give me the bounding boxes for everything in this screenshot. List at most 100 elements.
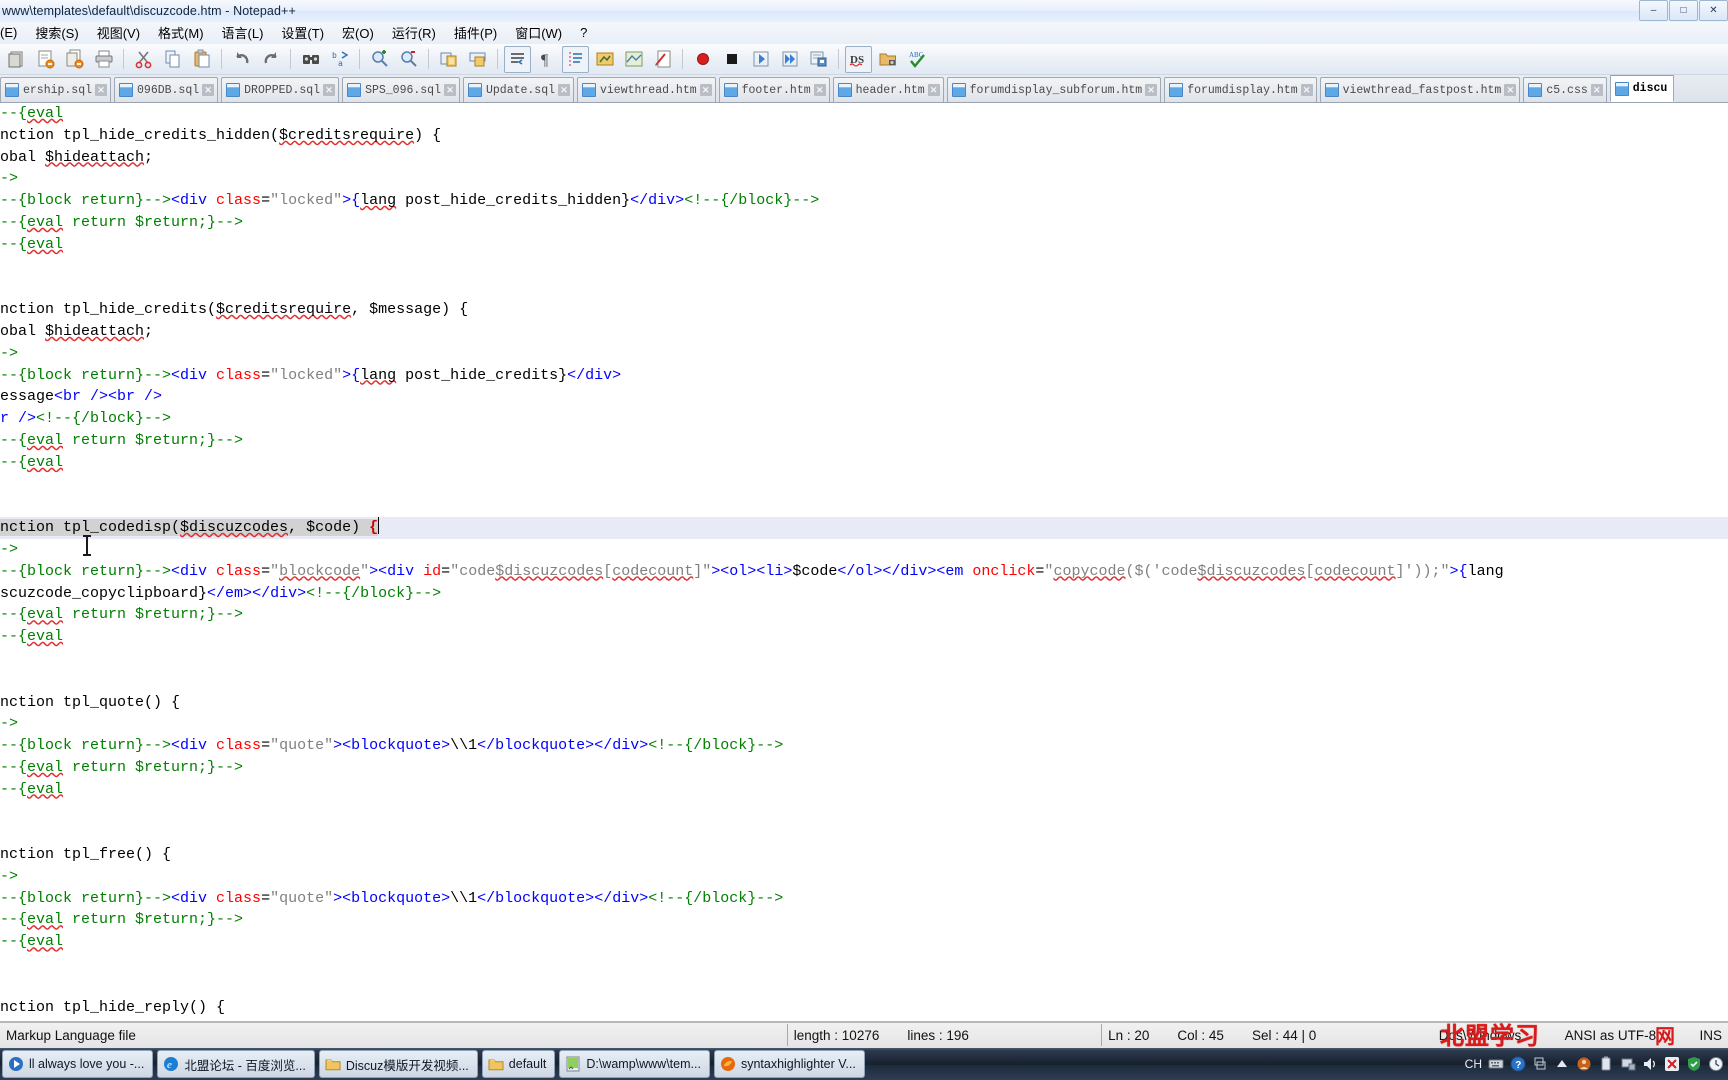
document-tab[interactable]: footer.htm ✕: [718, 77, 830, 102]
explorer-plugin-icon[interactable]: [874, 46, 901, 73]
menu-macro[interactable]: 宏(O): [333, 21, 383, 45]
redo-icon[interactable]: [257, 46, 284, 73]
document-tab[interactable]: Update.sql ✕: [462, 77, 574, 102]
document-tab[interactable]: DROPPED.sql ✕: [221, 77, 340, 102]
battery-icon[interactable]: [1598, 1056, 1614, 1072]
taskbar-item-browser[interactable]: e 北盟论坛 - 百度浏览...: [157, 1050, 315, 1078]
help-icon[interactable]: ?: [1510, 1056, 1526, 1072]
document-tab[interactable]: 096DB.sql ✕: [114, 77, 219, 102]
tab-close-icon[interactable]: ✕: [202, 84, 215, 96]
menu-plugins[interactable]: 插件(P): [445, 21, 506, 45]
document-tab[interactable]: c5.css ✕: [1523, 77, 1607, 102]
save-macro-icon[interactable]: [805, 46, 832, 73]
up-arrow-icon[interactable]: [1554, 1056, 1570, 1072]
code-editor[interactable]: --{eval nction tpl_hide_credits_hidden($c…: [0, 103, 1728, 1020]
show-all-chars-icon[interactable]: ¶: [533, 46, 560, 73]
indent-guide-icon[interactable]: [562, 45, 589, 73]
code-token: post_hide_credits_hidden}: [396, 192, 631, 210]
sync-scroll-v-icon[interactable]: [435, 46, 462, 73]
document-tab[interactable]: viewthread.htm ✕: [577, 77, 716, 102]
cut-icon[interactable]: [130, 46, 157, 73]
code-line: --{eval: [0, 234, 1728, 256]
function-list-icon[interactable]: [649, 46, 676, 73]
paste-icon[interactable]: [188, 46, 215, 73]
document-tab[interactable]: ership.sql ✕: [0, 77, 112, 102]
menu-window[interactable]: 窗口(W): [506, 21, 571, 45]
replace-icon[interactable]: ba: [326, 46, 353, 73]
minimize-button[interactable]: –: [1639, 0, 1668, 21]
save-all-icon[interactable]: [61, 46, 88, 73]
ime-indicator[interactable]: CH: [1465, 1057, 1482, 1071]
copy-icon[interactable]: [159, 46, 186, 73]
doc-map-icon[interactable]: [620, 46, 647, 73]
taskbar-item-firefox[interactable]: syntaxhighlighter V...: [713, 1050, 865, 1078]
menu-view[interactable]: 视图(V): [88, 21, 149, 45]
new-file-icon[interactable]: [3, 46, 30, 73]
code-token: >: [711, 562, 721, 580]
keyboard-icon[interactable]: [1488, 1056, 1504, 1072]
menu-format[interactable]: 格式(M): [149, 21, 213, 45]
tab-close-icon[interactable]: ✕: [1590, 84, 1603, 96]
file-icon: [837, 83, 852, 97]
user-defined-lang-icon[interactable]: [591, 46, 618, 73]
security-icon[interactable]: [1576, 1056, 1592, 1072]
document-tab[interactable]: discu: [1609, 75, 1675, 102]
tab-close-icon[interactable]: ✕: [1300, 84, 1313, 96]
taskbar-item-music[interactable]: ll always love you -...: [2, 1050, 154, 1078]
tab-label: viewthread.htm: [600, 83, 697, 97]
code-line: r /><!--{/block}-->: [0, 408, 1728, 430]
document-tab[interactable]: SPS_096.sql ✕: [342, 77, 460, 102]
tab-close-icon[interactable]: ✕: [813, 84, 826, 96]
spell-check-icon[interactable]: ABC: [903, 46, 930, 73]
tab-close-icon[interactable]: ✕: [443, 84, 456, 96]
taskbar-item-folder-default[interactable]: default: [481, 1050, 556, 1078]
tab-close-icon[interactable]: ✕: [558, 84, 570, 96]
menu-run[interactable]: 运行(R): [383, 21, 445, 45]
show-hidden-icon[interactable]: [1532, 1056, 1548, 1072]
antivirus-icon[interactable]: [1664, 1056, 1680, 1072]
taskbar-item-notepadpp[interactable]: D:\wamp\www\tem...: [559, 1050, 710, 1078]
tab-close-icon[interactable]: ✕: [699, 84, 712, 96]
code-token: <!--{/block}-->: [648, 889, 784, 907]
menu-help[interactable]: ?: [571, 23, 596, 43]
code-token: $hideattach: [45, 322, 145, 340]
record-macro-icon[interactable]: [689, 46, 716, 73]
save-file-icon[interactable]: [32, 46, 59, 73]
menu-search[interactable]: 搜索(S): [26, 21, 87, 45]
document-tab[interactable]: forumdisplay_subforum.htm ✕: [946, 77, 1162, 102]
shield-icon[interactable]: [1686, 1056, 1702, 1072]
volume-icon[interactable]: [1642, 1056, 1658, 1072]
taskbar-item-folder-discuz[interactable]: Discuz模版开发视频...: [318, 1050, 478, 1078]
close-button[interactable]: ✕: [1699, 0, 1728, 21]
code-line: --{block return}--><div class="locked">{…: [0, 190, 1728, 212]
ds-plugin-icon[interactable]: DS: [845, 45, 872, 73]
maximize-button[interactable]: □: [1669, 0, 1698, 21]
code-token: </ol>: [837, 562, 883, 580]
sync-scroll-h-icon[interactable]: [464, 46, 491, 73]
code-token: >{: [1449, 562, 1468, 580]
tab-close-icon[interactable]: ✕: [1145, 84, 1158, 96]
zoom-out-icon[interactable]: [395, 46, 422, 73]
document-tab[interactable]: header.htm ✕: [832, 77, 944, 102]
undo-icon[interactable]: [228, 46, 255, 73]
code-token: nction tpl_hide_reply() {: [0, 998, 226, 1016]
network-icon[interactable]: [1620, 1056, 1636, 1072]
word-wrap-icon[interactable]: [504, 45, 531, 73]
file-icon: [1324, 83, 1339, 97]
document-tab[interactable]: forumdisplay.htm ✕: [1164, 77, 1317, 102]
clock-icon[interactable]: [1708, 1056, 1724, 1072]
tab-close-icon[interactable]: ✕: [927, 84, 940, 96]
zoom-in-icon[interactable]: [366, 46, 393, 73]
tab-close-icon[interactable]: ✕: [1504, 84, 1517, 96]
print-icon[interactable]: [90, 46, 117, 73]
run-macro-multiple-icon[interactable]: [776, 46, 803, 73]
menu-edit[interactable]: (E): [0, 23, 26, 43]
play-macro-icon[interactable]: [747, 46, 774, 73]
tab-close-icon[interactable]: ✕: [95, 84, 108, 96]
document-tab[interactable]: viewthread_fastpost.htm ✕: [1319, 77, 1521, 102]
stop-macro-icon[interactable]: [718, 46, 745, 73]
tab-close-icon[interactable]: ✕: [323, 84, 336, 96]
find-icon[interactable]: [297, 46, 324, 73]
menu-settings[interactable]: 设置(T): [272, 21, 333, 45]
menu-language[interactable]: 语言(L): [213, 21, 273, 45]
